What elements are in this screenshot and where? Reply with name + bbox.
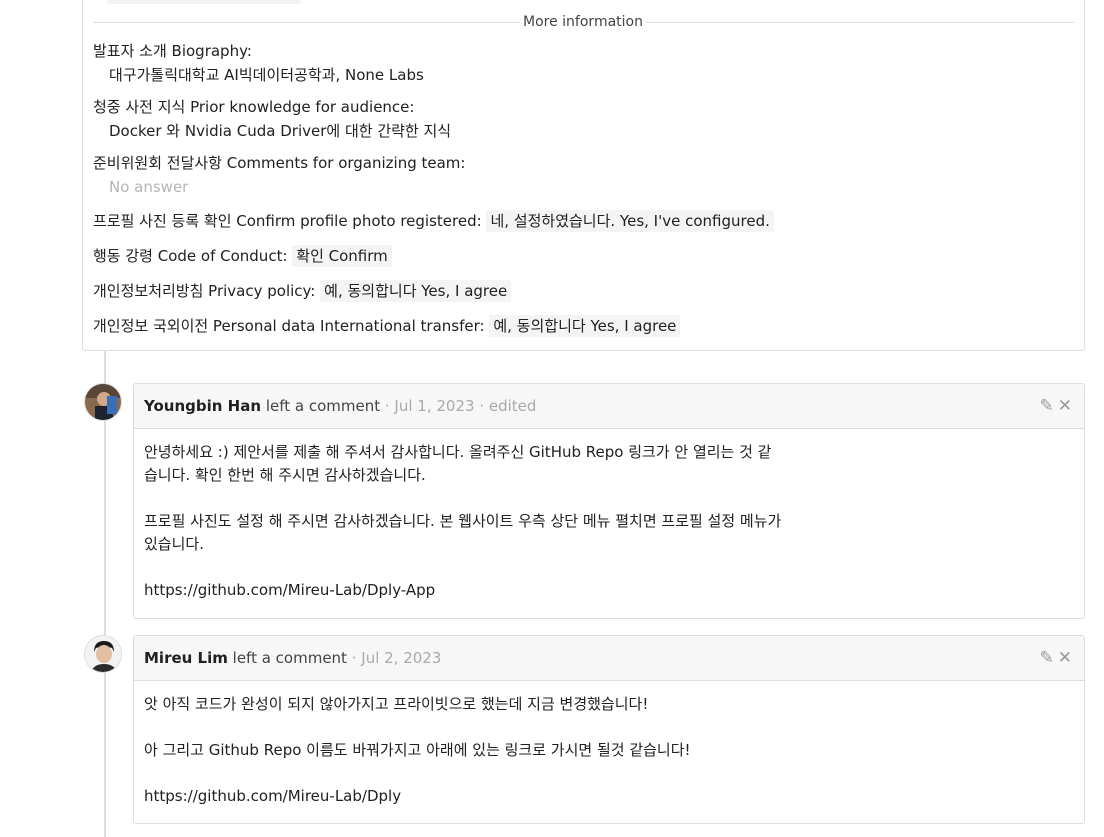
comment-paragraph: 앗 아직 코드가 완성이 되지 않아가지고 프라이빗으로 했는데 지금 변경했습… (144, 695, 649, 713)
field-answer-chip: 네, 설정하였습니다. Yes, I've configured. (486, 210, 774, 232)
comment: Mireu Lim left a comment · Jul 2, 2023 ✎… (133, 635, 1085, 824)
field-question: 개인정보처리방침 Privacy policy: (93, 282, 316, 300)
field-question: 프로필 사진 등록 확인 Confirm profile photo regis… (93, 212, 482, 230)
comment-paragraph: 프로필 사진도 설정 해 주시면 감사하겠습니다. 본 웹사이트 우측 상단 메… (144, 512, 782, 553)
comment-link[interactable]: https://github.com/Mireu-Lab/Dply (144, 785, 784, 808)
edit-icon[interactable]: ✎ (1040, 648, 1054, 668)
avatar-image (85, 636, 121, 672)
comment-body: 안녕하세요 :) 제안서를 제출 해 주셔서 감사합니다. 올려주신 GitHu… (134, 429, 1084, 610)
divider-label: More information (523, 14, 643, 30)
field-profile-photo: 프로필 사진 등록 확인 Confirm profile photo regis… (93, 209, 774, 233)
field-question: 발표자 소개 Biography: (93, 42, 252, 60)
more-information-divider: More information (93, 12, 1074, 32)
field-data-transfer: 개인정보 국외이전 Personal data International tr… (93, 314, 681, 338)
comment-author[interactable]: Youngbin Han (144, 397, 261, 415)
field-privacy-policy: 개인정보처리방침 Privacy policy: 예, 동의합니다 Yes, I… (93, 279, 512, 303)
field-answer: 대구가톨릭대학교 AI빅데이터공학과, None Labs (109, 66, 424, 84)
field-question: 개인정보 국외이전 Personal data International tr… (93, 317, 485, 335)
field-comments-organizing: 준비위원회 전달사항 Comments for organizing team:… (93, 151, 465, 199)
avatar-image (85, 384, 121, 420)
field-question: 준비위원회 전달사항 Comments for organizing team: (93, 154, 466, 172)
field-biography: 발표자 소개 Biography: 대구가톨릭대학교 AI빅데이터공학과, No… (93, 39, 424, 87)
comment-header: Youngbin Han left a comment · Jul 1, 202… (134, 384, 1084, 429)
comment-paragraph: 아 그리고 Github Repo 이름도 바꿔가지고 아래에 있는 링크로 가… (144, 741, 691, 759)
comment: Youngbin Han left a comment · Jul 1, 202… (133, 383, 1085, 619)
close-icon[interactable]: ✕ (1058, 396, 1072, 416)
field-answer-chip: 확인 Confirm (292, 245, 392, 267)
field-answer-chip: 예, 동의합니다 Yes, I agree (320, 280, 512, 302)
comment-author[interactable]: Mireu Lim (144, 649, 228, 667)
close-icon[interactable]: ✕ (1058, 648, 1072, 668)
avatar[interactable] (84, 635, 122, 673)
comment-meta: · Jul 1, 2023 · edited (384, 397, 537, 415)
top-field-stub (107, 0, 301, 4)
comment-meta: · Jul 2, 2023 (351, 649, 442, 667)
field-question: 청중 사전 지식 Prior knowledge for audience: (93, 98, 415, 116)
comment-paragraph: 안녕하세요 :) 제안서를 제출 해 주셔서 감사합니다. 올려주신 GitHu… (144, 443, 772, 484)
field-answer-chip: 예, 동의합니다 Yes, I agree (489, 315, 681, 337)
field-answer: Docker 와 Nvidia Cuda Driver에 대한 간략한 지식 (109, 122, 452, 140)
avatar[interactable] (84, 383, 122, 421)
comment-link[interactable]: https://github.com/Mireu-Lab/Dply-App (144, 579, 784, 602)
comment-actions: ✎ ✕ (1036, 384, 1073, 429)
comment-body: 앗 아직 코드가 완성이 되지 않아가지고 프라이빗으로 했는데 지금 변경했습… (134, 681, 1084, 816)
edit-icon[interactable]: ✎ (1040, 396, 1054, 416)
field-question: 행동 강령 Code of Conduct: (93, 247, 288, 265)
comment-verb: left a comment (232, 649, 347, 667)
comment-verb: left a comment (265, 397, 381, 415)
comment-header: Mireu Lim left a comment · Jul 2, 2023 ✎… (134, 636, 1084, 681)
field-code-of-conduct: 행동 강령 Code of Conduct: 확인 Confirm (93, 244, 392, 268)
timeline-line (104, 351, 106, 837)
comment-actions: ✎ ✕ (1036, 636, 1073, 681)
field-answer-empty: No answer (109, 178, 189, 196)
field-prior-knowledge: 청중 사전 지식 Prior knowledge for audience: D… (93, 95, 451, 143)
